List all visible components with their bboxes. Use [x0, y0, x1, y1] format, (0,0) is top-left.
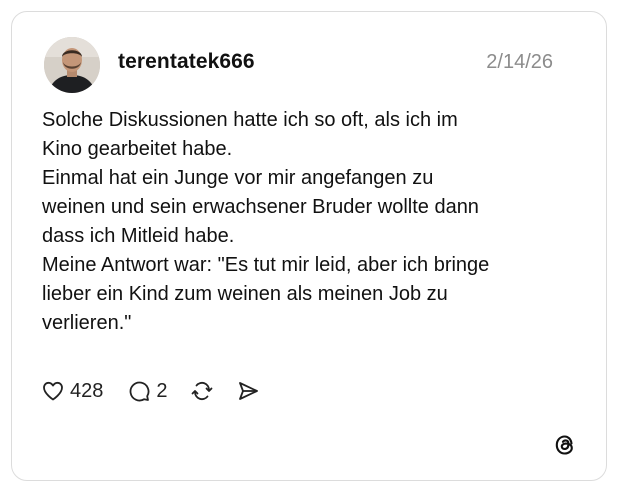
post-text-line: verlieren.": [42, 312, 132, 334]
post-text-line: lieber ein Kind zum weinen als meinen Jo…: [42, 283, 448, 305]
avatar[interactable]: [44, 37, 100, 93]
send-icon: [238, 382, 258, 400]
reply-button[interactable]: 2: [127, 379, 168, 403]
avatar-image: [44, 37, 100, 93]
comment-icon: [130, 381, 150, 402]
post-card: terentatek666 2/14/26 Solche Diskussione…: [11, 11, 607, 481]
post-text-line: Solche Diskussionen hatte ich so oft, al…: [42, 109, 458, 131]
threads-logo-icon[interactable]: [552, 432, 578, 458]
share-button[interactable]: [236, 379, 260, 403]
username[interactable]: terentatek666: [118, 50, 255, 74]
repost-button[interactable]: [190, 379, 214, 403]
post-text-line: Einmal hat ein Junge vor mir angefangen …: [42, 167, 434, 189]
like-count: 428: [70, 379, 104, 402]
post-text: Solche Diskussionen hatte ich so oft, al…: [42, 106, 582, 338]
post-text-line: Kino gearbeitet habe.: [42, 138, 233, 160]
post-text-line: dass ich Mitleid habe.: [42, 225, 235, 247]
post-text-line: Meine Antwort war: "Es tut mir leid, abe…: [42, 254, 490, 276]
post-text-line: weinen und sein erwachsener Bruder wollt…: [42, 196, 479, 218]
like-button[interactable]: 428: [41, 379, 103, 403]
repost-icon: [191, 381, 212, 401]
heart-icon: [43, 381, 63, 401]
post-date[interactable]: 2/14/26: [486, 51, 553, 74]
reply-count: 2: [156, 379, 168, 402]
action-bar: 428 2: [41, 376, 260, 406]
